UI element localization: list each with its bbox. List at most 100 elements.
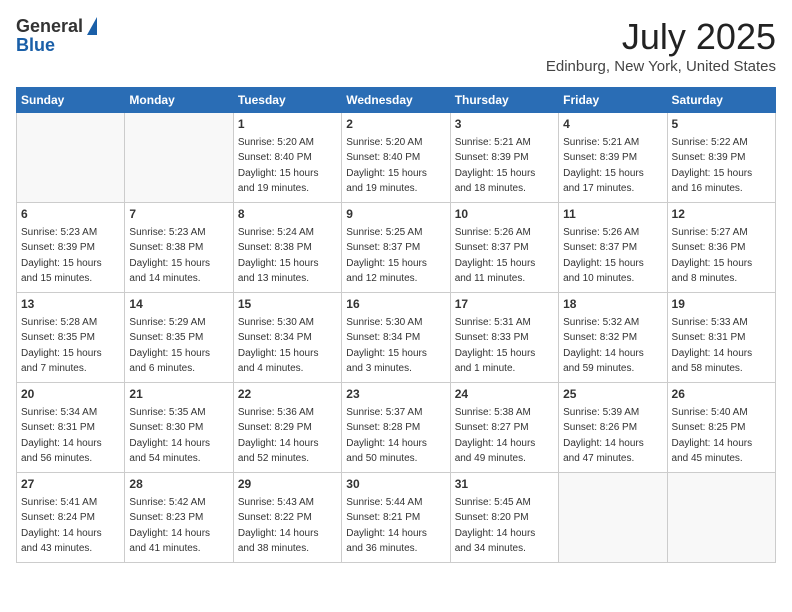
day-info: Sunrise: 5:28 AMSunset: 8:35 PMDaylight:… <box>21 317 102 375</box>
day-info: Sunrise: 5:22 AMSunset: 8:39 PMDaylight:… <box>672 137 753 195</box>
day-number: 17 <box>455 296 554 313</box>
day-number: 21 <box>129 386 228 403</box>
calendar-cell: 31 Sunrise: 5:45 AMSunset: 8:20 PMDayligh… <box>450 473 558 563</box>
day-number: 4 <box>563 116 662 133</box>
calendar-cell: 6Sunrise: 5:23 AMSunset: 8:39 PMDaylight… <box>17 203 125 293</box>
calendar-cell: 3 Sunrise: 5:21 AMSunset: 8:39 PMDaylight… <box>450 113 558 203</box>
day-info: Sunrise: 5:36 AMSunset: 8:29 PMDaylight:… <box>238 407 319 465</box>
page-header: General Blue July 2025 Edinburg, New Yor… <box>16 16 776 75</box>
weekday-header-friday: Friday <box>559 88 667 113</box>
day-number: 26 <box>672 386 771 403</box>
weekday-header-sunday: Sunday <box>17 88 125 113</box>
day-info: Sunrise: 5:27 AMSunset: 8:36 PMDaylight:… <box>672 227 753 285</box>
day-number: 3 <box>455 116 554 133</box>
day-number: 14 <box>129 296 228 313</box>
day-number: 11 <box>563 206 662 223</box>
day-info: Sunrise: 5:20 AMSunset: 8:40 PMDaylight:… <box>346 137 427 195</box>
weekday-header-wednesday: Wednesday <box>342 88 450 113</box>
day-info: Sunrise: 5:37 AMSunset: 8:28 PMDaylight:… <box>346 407 427 465</box>
calendar-cell <box>559 473 667 563</box>
day-number: 9 <box>346 206 445 223</box>
day-number: 8 <box>238 206 337 223</box>
day-number: 27 <box>21 476 120 493</box>
week-row-4: 20Sunrise: 5:34 AMSunset: 8:31 PMDayligh… <box>17 383 776 473</box>
day-number: 12 <box>672 206 771 223</box>
day-number: 16 <box>346 296 445 313</box>
weekday-header-monday: Monday <box>125 88 233 113</box>
week-row-1: 1 Sunrise: 5:20 AMSunset: 8:40 PMDaylight… <box>17 113 776 203</box>
calendar-cell: 22 Sunrise: 5:36 AMSunset: 8:29 PMDayligh… <box>233 383 341 473</box>
day-number: 1 <box>238 116 337 133</box>
calendar-cell: 9 Sunrise: 5:25 AMSunset: 8:37 PMDaylight… <box>342 203 450 293</box>
calendar-cell: 1 Sunrise: 5:20 AMSunset: 8:40 PMDaylight… <box>233 113 341 203</box>
day-info: Sunrise: 5:30 AMSunset: 8:34 PMDaylight:… <box>238 317 319 375</box>
day-number: 31 <box>455 476 554 493</box>
day-number: 15 <box>238 296 337 313</box>
day-info: Sunrise: 5:40 AMSunset: 8:25 PMDaylight:… <box>672 407 753 465</box>
calendar-cell: 4 Sunrise: 5:21 AMSunset: 8:39 PMDaylight… <box>559 113 667 203</box>
calendar-cell: 27Sunrise: 5:41 AMSunset: 8:24 PMDayligh… <box>17 473 125 563</box>
calendar-cell <box>667 473 775 563</box>
week-row-5: 27Sunrise: 5:41 AMSunset: 8:24 PMDayligh… <box>17 473 776 563</box>
calendar-cell: 15 Sunrise: 5:30 AMSunset: 8:34 PMDayligh… <box>233 293 341 383</box>
calendar-cell: 12 Sunrise: 5:27 AMSunset: 8:36 PMDayligh… <box>667 203 775 293</box>
day-info: Sunrise: 5:34 AMSunset: 8:31 PMDaylight:… <box>21 407 102 465</box>
day-number: 29 <box>238 476 337 493</box>
day-info: Sunrise: 5:23 AMSunset: 8:39 PMDaylight:… <box>21 227 102 285</box>
day-info: Sunrise: 5:31 AMSunset: 8:33 PMDaylight:… <box>455 317 536 375</box>
calendar-cell: 30Sunrise: 5:44 AMSunset: 8:21 PMDayligh… <box>342 473 450 563</box>
day-info: Sunrise: 5:21 AMSunset: 8:39 PMDaylight:… <box>563 137 644 195</box>
day-info: Sunrise: 5:45 AMSunset: 8:20 PMDaylight:… <box>455 497 536 555</box>
week-row-3: 13Sunrise: 5:28 AMSunset: 8:35 PMDayligh… <box>17 293 776 383</box>
day-info: Sunrise: 5:30 AMSunset: 8:34 PMDaylight:… <box>346 317 427 375</box>
calendar-cell: 14 Sunrise: 5:29 AMSunset: 8:35 PMDayligh… <box>125 293 233 383</box>
calendar-cell: 8 Sunrise: 5:24 AMSunset: 8:38 PMDaylight… <box>233 203 341 293</box>
day-info: Sunrise: 5:23 AMSunset: 8:38 PMDaylight:… <box>129 227 210 285</box>
day-number: 18 <box>563 296 662 313</box>
calendar-cell: 16 Sunrise: 5:30 AMSunset: 8:34 PMDayligh… <box>342 293 450 383</box>
day-number: 24 <box>455 386 554 403</box>
day-number: 30 <box>346 476 445 493</box>
calendar-cell: 13Sunrise: 5:28 AMSunset: 8:35 PMDayligh… <box>17 293 125 383</box>
day-number: 28 <box>129 476 228 493</box>
calendar-cell: 26 Sunrise: 5:40 AMSunset: 8:25 PMDayligh… <box>667 383 775 473</box>
logo-general-text: General <box>16 16 83 37</box>
day-info: Sunrise: 5:20 AMSunset: 8:40 PMDaylight:… <box>238 137 319 195</box>
day-info: Sunrise: 5:21 AMSunset: 8:39 PMDaylight:… <box>455 137 536 195</box>
day-number: 10 <box>455 206 554 223</box>
calendar-cell: 23 Sunrise: 5:37 AMSunset: 8:28 PMDayligh… <box>342 383 450 473</box>
calendar-cell: 25Sunrise: 5:39 AMSunset: 8:26 PMDayligh… <box>559 383 667 473</box>
calendar-cell: 24Sunrise: 5:38 AMSunset: 8:27 PMDayligh… <box>450 383 558 473</box>
day-number: 22 <box>238 386 337 403</box>
day-number: 2 <box>346 116 445 133</box>
calendar-cell: 20Sunrise: 5:34 AMSunset: 8:31 PMDayligh… <box>17 383 125 473</box>
day-info: Sunrise: 5:26 AMSunset: 8:37 PMDaylight:… <box>455 227 536 285</box>
title-block: July 2025 Edinburg, New York, United Sta… <box>546 16 776 75</box>
day-info: Sunrise: 5:29 AMSunset: 8:35 PMDaylight:… <box>129 317 210 375</box>
calendar-cell: 17 Sunrise: 5:31 AMSunset: 8:33 PMDayligh… <box>450 293 558 383</box>
logo-triangle-icon <box>87 17 97 35</box>
calendar-cell: 10 Sunrise: 5:26 AMSunset: 8:37 PMDayligh… <box>450 203 558 293</box>
calendar-cell: 2 Sunrise: 5:20 AMSunset: 8:40 PMDaylight… <box>342 113 450 203</box>
day-number: 7 <box>129 206 228 223</box>
calendar-cell: 28Sunrise: 5:42 AMSunset: 8:23 PMDayligh… <box>125 473 233 563</box>
calendar-cell: 18 Sunrise: 5:32 AMSunset: 8:32 PMDayligh… <box>559 293 667 383</box>
calendar-title: July 2025 <box>546 16 776 58</box>
day-number: 23 <box>346 386 445 403</box>
calendar-subtitle: Edinburg, New York, United States <box>546 58 776 75</box>
day-number: 19 <box>672 296 771 313</box>
logo-blue-text: Blue <box>16 35 97 56</box>
day-info: Sunrise: 5:25 AMSunset: 8:37 PMDaylight:… <box>346 227 427 285</box>
day-info: Sunrise: 5:26 AMSunset: 8:37 PMDaylight:… <box>563 227 644 285</box>
day-number: 5 <box>672 116 771 133</box>
week-row-2: 6Sunrise: 5:23 AMSunset: 8:39 PMDaylight… <box>17 203 776 293</box>
day-info: Sunrise: 5:24 AMSunset: 8:38 PMDaylight:… <box>238 227 319 285</box>
calendar-cell: 7 Sunrise: 5:23 AMSunset: 8:38 PMDaylight… <box>125 203 233 293</box>
calendar-table: SundayMondayTuesdayWednesdayThursdayFrid… <box>16 87 776 563</box>
calendar-cell: 29 Sunrise: 5:43 AMSunset: 8:22 PMDayligh… <box>233 473 341 563</box>
weekday-header-saturday: Saturday <box>667 88 775 113</box>
day-info: Sunrise: 5:43 AMSunset: 8:22 PMDaylight:… <box>238 497 319 555</box>
calendar-cell: 19Sunrise: 5:33 AMSunset: 8:31 PMDayligh… <box>667 293 775 383</box>
logo: General Blue <box>16 16 97 56</box>
day-info: Sunrise: 5:32 AMSunset: 8:32 PMDaylight:… <box>563 317 644 375</box>
